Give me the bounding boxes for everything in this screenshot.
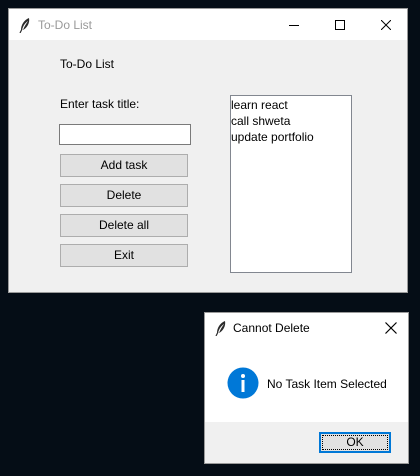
- dialog-footer: OK: [205, 422, 408, 463]
- delete-button[interactable]: Delete: [60, 184, 188, 207]
- task-list-item[interactable]: learn react: [231, 97, 351, 113]
- maximize-icon: [335, 19, 345, 30]
- close-button[interactable]: [363, 9, 409, 40]
- dialog-close-button[interactable]: [374, 313, 408, 343]
- task-title-label: Enter task title:: [60, 97, 140, 111]
- info-icon: [227, 367, 259, 399]
- window-body: To-Do List Enter task title: Add task De…: [9, 40, 407, 292]
- ok-button-label: OK: [346, 435, 364, 449]
- task-list-item[interactable]: update portfolio: [231, 129, 351, 145]
- todo-window: To-Do List To-Do List Enter task title: …: [8, 8, 408, 293]
- app-heading: To-Do List: [60, 57, 115, 71]
- delete-all-button[interactable]: Delete all: [60, 214, 188, 237]
- window-title: To-Do List: [38, 18, 93, 32]
- dialog-title: Cannot Delete: [233, 321, 310, 335]
- close-icon: [385, 322, 397, 334]
- task-title-input[interactable]: [59, 124, 191, 145]
- minimize-button[interactable]: [271, 9, 317, 40]
- dialog-message: No Task Item Selected: [267, 377, 387, 391]
- ok-button[interactable]: OK: [319, 432, 391, 453]
- feather-icon: [19, 18, 30, 33]
- dialog-content: No Task Item Selected: [205, 343, 408, 422]
- close-icon: [381, 19, 391, 30]
- feather-icon: [215, 321, 226, 336]
- task-list-item[interactable]: call shweta: [231, 113, 351, 129]
- maximize-button[interactable]: [317, 9, 363, 40]
- exit-button[interactable]: Exit: [60, 244, 188, 267]
- minimize-icon: [289, 24, 299, 26]
- cannot-delete-dialog: Cannot Delete No Task Item Selected OK: [204, 312, 409, 464]
- title-bar[interactable]: To-Do List: [9, 9, 407, 40]
- task-listbox[interactable]: learn react call shweta update portfolio: [230, 95, 352, 273]
- dialog-title-bar[interactable]: Cannot Delete: [205, 313, 408, 343]
- add-task-button[interactable]: Add task: [60, 154, 188, 177]
